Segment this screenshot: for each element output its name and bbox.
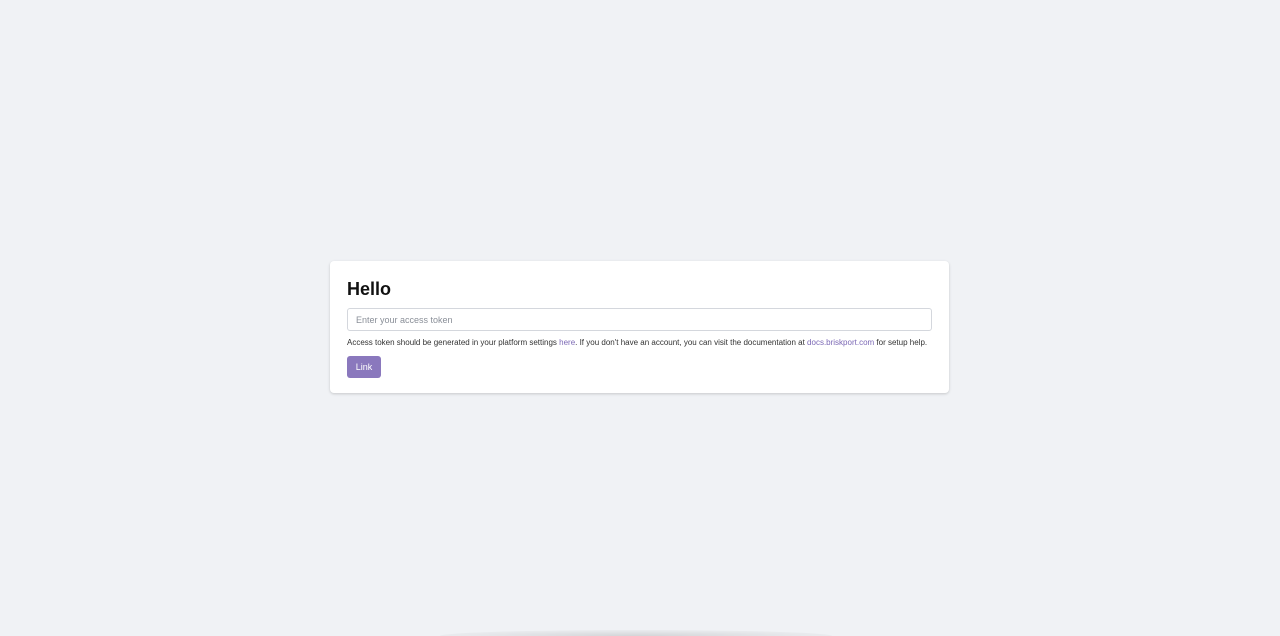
bottom-shadow (440, 630, 832, 636)
page: Hello Access token should be generated i… (0, 0, 1280, 636)
help-text-before: Access token should be generated in your… (347, 338, 560, 347)
help-text: Access token should be generated in your… (347, 337, 932, 348)
access-token-input[interactable] (347, 308, 932, 331)
help-text-middle: . If you don't have an account, you can … (575, 338, 808, 347)
card-title: Hello (347, 279, 392, 299)
settings-link[interactable]: here (559, 338, 575, 347)
link-button[interactable]: Link (347, 356, 381, 378)
token-card: Hello Access token should be generated i… (330, 261, 949, 393)
docs-link[interactable]: docs.briskport.com (807, 338, 874, 347)
help-text-after: for setup help. (874, 338, 928, 347)
